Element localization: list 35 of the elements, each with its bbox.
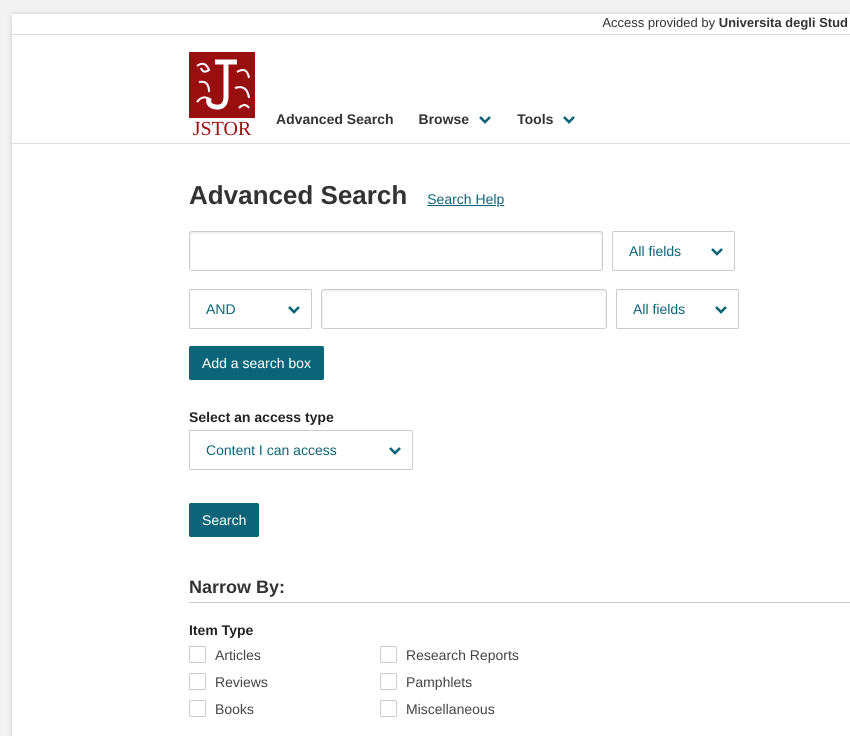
checkbox-label: Articles xyxy=(215,646,261,662)
checkbox-label: Reviews xyxy=(215,674,268,690)
checkbox[interactable] xyxy=(189,673,206,690)
checkbox[interactable] xyxy=(380,646,397,663)
nav-link[interactable]: Browse xyxy=(418,111,492,127)
chevron-down-icon xyxy=(710,246,724,256)
access-notice: Access provided by Universita degli Stud xyxy=(602,14,848,32)
logo-emblem-icon xyxy=(189,52,255,118)
checkbox[interactable] xyxy=(189,700,206,717)
checkbox-label: Books xyxy=(215,700,254,716)
search-help-link[interactable]: Search Help xyxy=(427,191,504,207)
chevron-down-icon xyxy=(388,446,402,454)
nav-link[interactable]: Tools xyxy=(517,111,576,127)
checkbox[interactable] xyxy=(380,673,397,690)
jstor-logo[interactable]: JSTOR xyxy=(189,52,255,140)
chevron-down-icon xyxy=(287,304,301,314)
add-search-box-button[interactable]: Add a search box xyxy=(189,346,324,380)
field-dropdown[interactable]: All fields xyxy=(616,289,739,329)
search-input-field[interactable] xyxy=(189,231,603,271)
access-type-label: Select an access type xyxy=(189,409,335,425)
search-input-field[interactable] xyxy=(321,289,607,329)
checkbox[interactable] xyxy=(380,700,397,717)
field-dropdown[interactable]: All fields xyxy=(612,231,735,271)
checkbox[interactable] xyxy=(189,646,206,663)
section-heading: Narrow By: xyxy=(189,577,850,603)
chevron-down-icon xyxy=(714,304,728,314)
nav-link[interactable]: Advanced Search xyxy=(276,111,394,127)
page-title: Advanced Search xyxy=(189,180,408,211)
search-button[interactable]: Search xyxy=(189,503,260,537)
checkbox-label: Pamphlets xyxy=(406,674,472,690)
filter-group-label: Item Type xyxy=(189,622,254,638)
operator-dropdown[interactable]: AND xyxy=(189,289,312,329)
checkbox-label: Miscellaneous xyxy=(406,700,495,716)
checkbox-label: Research Reports xyxy=(406,646,519,662)
access-type-dropdown[interactable]: Content I can access xyxy=(189,430,413,470)
